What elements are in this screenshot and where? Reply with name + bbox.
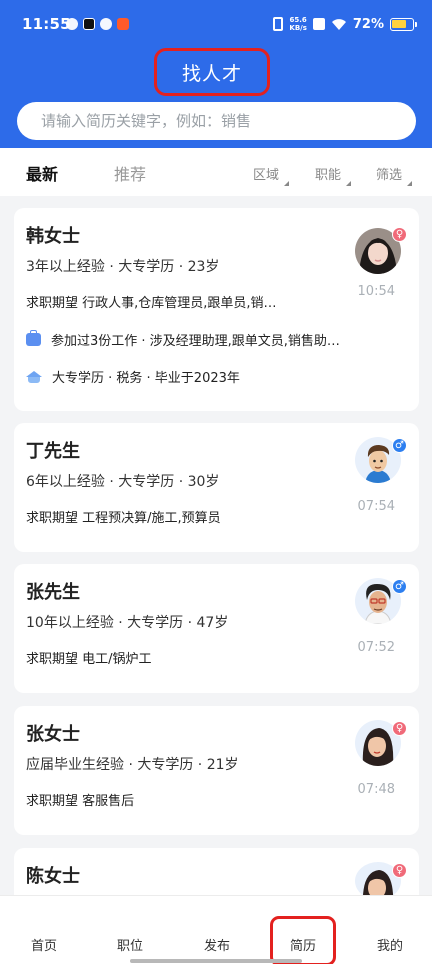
filter-more[interactable]: 筛选 xyxy=(376,164,413,186)
female-badge-icon: ♀ xyxy=(392,227,407,242)
candidate-name: 韩女士 xyxy=(26,226,80,247)
red-app-notification-icon xyxy=(117,18,129,30)
candidate-card[interactable]: 张先生 10年以上经验 · 大专学历 · 47岁 求职期望 电工/锅炉工 ♂ 0… xyxy=(14,564,419,693)
candidate-meta: 10年以上经验 · 大专学历 · 47岁 xyxy=(26,615,229,631)
dropdown-triangle-icon xyxy=(346,181,352,186)
vibrate-icon xyxy=(273,17,284,31)
battery-percent: 72% xyxy=(352,16,384,32)
candidate-name: 张女士 xyxy=(26,724,80,745)
network-speed: 65.6 KB/s xyxy=(289,16,306,32)
home-indicator[interactable] xyxy=(130,959,302,963)
update-time: 07:54 xyxy=(357,499,395,514)
candidate-name: 丁先生 xyxy=(26,441,80,462)
status-time: 11:55 xyxy=(22,15,71,33)
education-info: 大专学历 · 税务 · 毕业于2023年 xyxy=(26,367,411,386)
candidate-expectation: 求职期望 电工/锅炉工 xyxy=(26,652,152,667)
status-bar: 11:55 65.6 KB/s 72% xyxy=(0,0,432,46)
female-badge-icon: ♀ xyxy=(392,721,407,736)
video-app-notification-icon xyxy=(83,18,95,30)
filter-function[interactable]: 职能 xyxy=(315,164,352,186)
tab-bar: 最新 推荐 区域 职能 筛选 xyxy=(0,148,432,196)
work-history: 参加过3份工作 · 涉及经理助理,跟单文员,销售助… xyxy=(26,330,411,349)
update-time: 10:54 xyxy=(357,284,395,299)
chat-notification-icon xyxy=(66,18,78,30)
dropdown-triangle-icon xyxy=(407,181,413,186)
work-history-text: 参加过3份工作 · 涉及经理助理,跟单文员,销售助… xyxy=(51,334,340,349)
education-text: 大专学历 · 税务 · 毕业于2023年 xyxy=(52,371,240,386)
sim-icon xyxy=(312,18,325,30)
network-speed-value: 65.6 xyxy=(289,16,307,24)
female-badge-icon: ♀ xyxy=(392,863,407,878)
status-right: 65.6 KB/s 72% xyxy=(273,16,417,32)
nav-me[interactable]: 我的 xyxy=(370,935,410,954)
candidate-expectation: 求职期望 行政人事,仓库管理员,跟单员,销… xyxy=(26,296,277,311)
battery-icon xyxy=(390,17,417,31)
candidate-name: 张先生 xyxy=(26,582,80,603)
notification-icons xyxy=(66,18,129,30)
filter-function-label: 职能 xyxy=(315,168,342,183)
resume-tab-highlight xyxy=(270,916,336,964)
candidate-meta: 6年以上经验 · 大专学历 · 30岁 xyxy=(26,474,220,490)
candidate-card[interactable]: 张女士 应届毕业生经验 · 大专学历 · 21岁 求职期望 客服售后 ♀ 07:… xyxy=(14,706,419,835)
nav-home[interactable]: 首页 xyxy=(24,935,64,954)
update-time: 07:52 xyxy=(357,640,395,655)
dropdown-triangle-icon xyxy=(284,181,290,186)
briefcase-icon xyxy=(26,330,41,346)
battery-fill xyxy=(392,19,406,28)
male-badge-icon: ♂ xyxy=(392,438,407,453)
search-bar[interactable] xyxy=(17,102,416,140)
tab-latest[interactable]: 最新 xyxy=(26,161,58,185)
tab-recommend[interactable]: 推荐 xyxy=(114,161,146,185)
network-speed-unit: KB/s xyxy=(289,24,307,32)
bottom-navigation: 首页 职位 发布 简历 我的 xyxy=(0,895,432,964)
update-time: 07:48 xyxy=(357,782,395,797)
app-header: 11:55 65.6 KB/s 72% 找人才 xyxy=(0,0,432,148)
app-notification-icon xyxy=(100,18,112,30)
candidate-card[interactable]: 韩女士 3年以上经验 · 大专学历 · 23岁 求职期望 行政人事,仓库管理员,… xyxy=(14,208,419,411)
candidate-expectation: 求职期望 工程预决算/施工,预算员 xyxy=(26,511,221,526)
male-badge-icon: ♂ xyxy=(392,579,407,594)
filter-region[interactable]: 区域 xyxy=(253,164,290,186)
candidate-meta: 3年以上经验 · 大专学历 · 23岁 xyxy=(26,259,220,275)
nav-publish[interactable]: 发布 xyxy=(197,935,237,954)
candidate-meta: 应届毕业生经验 · 大专学历 · 21岁 xyxy=(26,757,239,773)
candidate-name: 陈女士 xyxy=(26,866,80,887)
filter-region-label: 区域 xyxy=(253,168,280,183)
filter-more-label: 筛选 xyxy=(376,168,403,183)
wifi-icon xyxy=(331,18,346,30)
page-title: 找人才 xyxy=(154,48,270,96)
candidate-expectation: 求职期望 客服售后 xyxy=(26,794,135,809)
graduation-cap-icon xyxy=(26,370,42,383)
search-input[interactable] xyxy=(41,112,416,130)
candidate-card[interactable]: 丁先生 6年以上经验 · 大专学历 · 30岁 求职期望 工程预决算/施工,预算… xyxy=(14,423,419,552)
nav-jobs[interactable]: 职位 xyxy=(110,935,150,954)
